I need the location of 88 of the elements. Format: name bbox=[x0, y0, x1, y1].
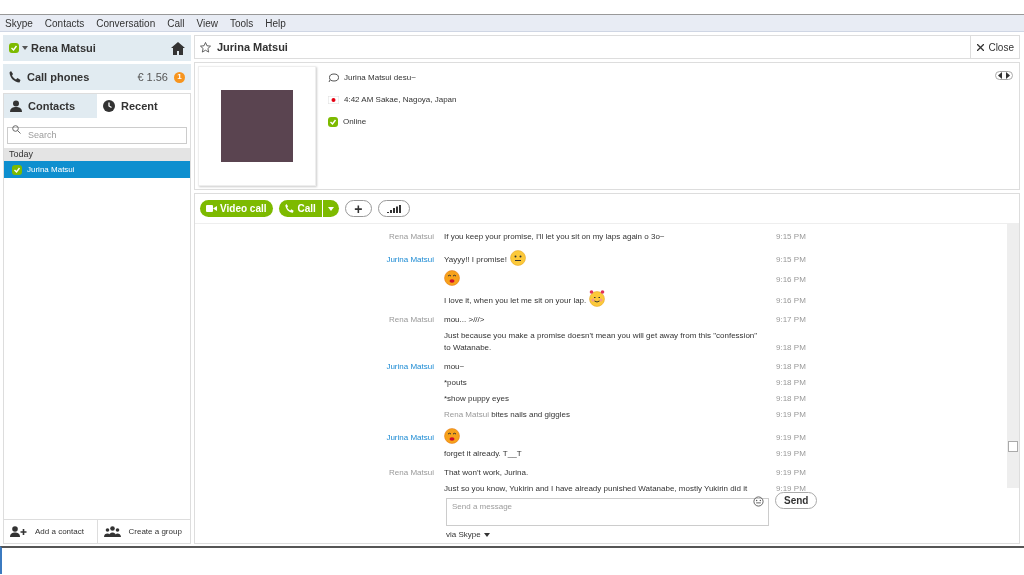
message-time: 9:19 PM bbox=[775, 409, 806, 421]
menu-item[interactable]: Conversation bbox=[96, 15, 156, 31]
notification-badge: 1 bbox=[174, 71, 185, 83]
menu-item[interactable]: Call bbox=[167, 15, 185, 31]
message-text: forget it already. T__T bbox=[444, 448, 522, 460]
online-status-icon bbox=[328, 117, 338, 127]
close-button[interactable]: Close bbox=[977, 39, 1014, 55]
online-status-icon bbox=[9, 43, 19, 53]
message-text: *show puppy eyes bbox=[444, 393, 509, 405]
tab[interactable]: Contacts bbox=[4, 94, 97, 118]
via-selector[interactable]: via Skype bbox=[446, 528, 490, 541]
video-camera-icon bbox=[206, 205, 217, 212]
sender-name: Jurina Matsui bbox=[386, 255, 434, 264]
menu-item[interactable]: Help bbox=[265, 15, 286, 31]
group-icon bbox=[103, 526, 121, 537]
online-status-icon bbox=[12, 164, 22, 175]
sender-name: Jurina Matsui bbox=[386, 362, 434, 371]
message-time: 9:15 PM bbox=[775, 231, 806, 243]
footer-button[interactable]: Create a group bbox=[96, 520, 190, 543]
emote-message: Rena Matsui bites nails and giggles bbox=[444, 409, 570, 421]
kissing-face-icon bbox=[444, 428, 460, 444]
message-time: 9:17 PM bbox=[775, 314, 806, 326]
account-bar[interactable]: Rena Matsui bbox=[3, 35, 191, 61]
message-text: That won't work, Jurina. bbox=[444, 467, 529, 479]
scrollbar[interactable] bbox=[1007, 224, 1019, 488]
message-time: 9:15 PM bbox=[775, 254, 806, 266]
message-time: 9:19 PM bbox=[775, 432, 806, 444]
message-text: mou... >///> bbox=[444, 314, 485, 326]
message-time: 9:16 PM bbox=[775, 274, 806, 286]
contact-item[interactable]: Jurina Matsui bbox=[4, 161, 190, 178]
caret-icon bbox=[22, 46, 28, 50]
add-person-icon bbox=[10, 526, 27, 537]
smiley-icon bbox=[510, 250, 526, 266]
message-time: 9:19 PM bbox=[775, 448, 806, 460]
menu-item[interactable]: View bbox=[196, 15, 218, 31]
message-text: Just because you make a promise doesn't mean you will get away from this "confession" to Watanabe. bbox=[444, 330, 759, 354]
pager-control[interactable] bbox=[995, 71, 1013, 80]
sender-name: Jurina Matsui bbox=[386, 433, 434, 442]
sender-name: Rena Matsui bbox=[389, 232, 434, 241]
person-icon bbox=[10, 100, 22, 112]
message-time: 9:18 PM bbox=[775, 361, 806, 373]
search-icon bbox=[12, 125, 21, 134]
close-icon bbox=[977, 43, 985, 51]
clock-icon bbox=[103, 100, 115, 112]
call-phones-label: Call phones bbox=[27, 69, 90, 85]
right-arrow-icon[interactable] bbox=[1005, 72, 1010, 79]
conversation-title: Jurina Matsui bbox=[217, 39, 288, 55]
search-field[interactable]: Search bbox=[7, 126, 187, 144]
menu-item[interactable]: Contacts bbox=[44, 15, 85, 31]
message-time: 9:16 PM bbox=[775, 295, 806, 307]
sender-name: Rena Matsui bbox=[389, 315, 434, 324]
group-header: Today bbox=[4, 148, 190, 161]
message-time: 9:19 PM bbox=[775, 483, 806, 495]
call-phones-bar[interactable]: Call phones € 1.56 1 bbox=[3, 64, 191, 90]
credit-amount: € 1.56 bbox=[137, 69, 168, 85]
message-time: 9:19 PM bbox=[775, 467, 806, 479]
blushing-face-icon bbox=[589, 290, 606, 307]
message-text: If you keep your promise, I'll let you sit on my laps again o 3o~ bbox=[444, 231, 665, 243]
menu-item[interactable]: Skype bbox=[5, 15, 33, 31]
message-time: 9:18 PM bbox=[775, 377, 806, 389]
message-text: Just so you know, Yukirin and I have already punished Watanabe, mostly Yukirin did it bbox=[444, 483, 748, 495]
emoticon-icon[interactable] bbox=[753, 496, 764, 507]
phone-icon bbox=[9, 71, 21, 83]
left-arrow-icon[interactable] bbox=[998, 72, 1003, 79]
kissing-face-icon bbox=[444, 270, 460, 286]
star-icon[interactable] bbox=[200, 41, 211, 53]
local-time: 4:42 AM Sakae, Nagoya, Japan bbox=[344, 94, 457, 106]
caret-icon bbox=[483, 532, 490, 537]
speech-bubble-icon bbox=[328, 73, 339, 83]
status-text: Online bbox=[343, 116, 367, 128]
flag-icon bbox=[328, 96, 339, 104]
sender-name: Rena Matsui bbox=[389, 468, 434, 477]
message-time: 9:18 PM bbox=[775, 393, 806, 405]
scroll-thumb[interactable] bbox=[1008, 441, 1018, 452]
signal-bars-icon bbox=[386, 204, 401, 213]
photo-placeholder bbox=[221, 90, 293, 162]
message-text: Yayyy!! I promise! bbox=[444, 254, 507, 266]
message-field[interactable]: Send a message bbox=[446, 497, 769, 526]
message-text: mou~ bbox=[444, 361, 465, 373]
message-text: *pouts bbox=[444, 377, 467, 389]
phone-icon bbox=[284, 204, 294, 213]
mood-message: Jurina Matsui desu~ bbox=[344, 72, 416, 84]
message-time: 9:18 PM bbox=[775, 342, 806, 354]
footer-button[interactable]: Add a contact bbox=[4, 520, 97, 543]
account-name: Rena Matsui bbox=[31, 40, 96, 56]
message-text: I love it, when you let me sit on your lap. bbox=[444, 295, 587, 307]
menu-item[interactable]: Tools bbox=[229, 15, 254, 31]
home-icon[interactable] bbox=[171, 41, 185, 55]
